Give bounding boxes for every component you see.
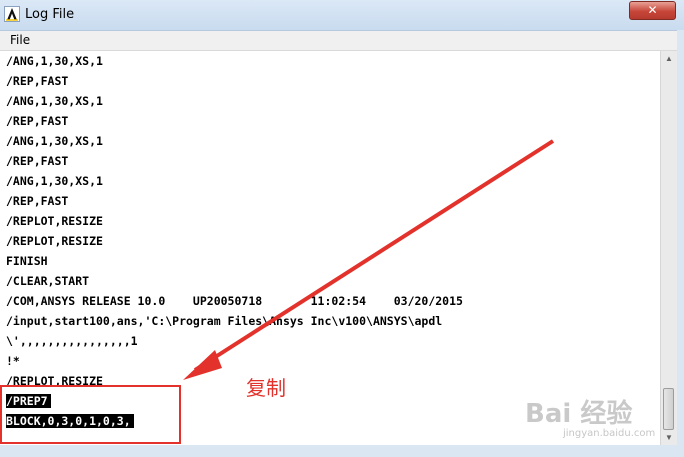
log-line-text: FINISH bbox=[6, 254, 48, 268]
log-line-text: /ANG,1,30,XS,1 bbox=[6, 54, 103, 68]
close-button[interactable]: ✕ bbox=[629, 1, 676, 20]
log-line-text: /REPLOT,RESIZE bbox=[6, 214, 103, 228]
log-line: /ANG,1,30,XS,1 bbox=[6, 171, 463, 191]
log-line: /CLEAR,START bbox=[6, 271, 463, 291]
log-line-text: \',,,,,,,,,,,,,,,,1 bbox=[6, 334, 138, 348]
log-line-text: /REP,FAST bbox=[6, 114, 69, 128]
menu-item-file[interactable]: File bbox=[10, 33, 30, 47]
log-line: \',,,,,,,,,,,,,,,,1 bbox=[6, 331, 463, 351]
window-border-bottom bbox=[0, 445, 684, 457]
scroll-down-arrow-icon[interactable]: ▼ bbox=[662, 430, 676, 445]
log-line-text: /input,start100,ans,'C:\Program Files\An… bbox=[6, 314, 443, 328]
highlight-box bbox=[0, 385, 181, 444]
log-line: /REP,FAST bbox=[6, 151, 463, 171]
log-line: /REPLOT,RESIZE bbox=[6, 211, 463, 231]
log-line: /REPLOT,RESIZE bbox=[6, 231, 463, 251]
log-line: /COM,ANSYS RELEASE 10.0 UP20050718 11:02… bbox=[6, 291, 463, 311]
log-line-text: /COM,ANSYS RELEASE 10.0 UP20050718 11:02… bbox=[6, 294, 463, 308]
log-line-text: /REP,FAST bbox=[6, 194, 69, 208]
window-title: Log File bbox=[25, 7, 75, 22]
log-line-text: /CLEAR,START bbox=[6, 274, 90, 288]
annotation-label: 复制 bbox=[246, 376, 286, 400]
scroll-up-arrow-icon[interactable]: ▲ bbox=[662, 51, 676, 66]
log-line: /REP,FAST bbox=[6, 71, 463, 91]
log-line: /REP,FAST bbox=[6, 111, 463, 131]
vertical-scrollbar[interactable]: ▲ ▼ bbox=[660, 51, 677, 445]
log-line-text: /ANG,1,30,XS,1 bbox=[6, 174, 103, 188]
log-line: /ANG,1,30,XS,1 bbox=[6, 91, 463, 111]
log-line-text: /ANG,1,30,XS,1 bbox=[6, 94, 103, 108]
log-line-text: /REPLOT,RESIZE bbox=[6, 234, 103, 248]
watermark-url: jingyan.baidu.com bbox=[563, 428, 656, 439]
window-border-right bbox=[677, 30, 684, 457]
ansys-app-icon bbox=[4, 6, 20, 22]
log-line: FINISH bbox=[6, 251, 463, 271]
watermark: Bai 经验 bbox=[525, 399, 633, 429]
title-bar[interactable]: Log File ✕ bbox=[0, 0, 684, 31]
menu-bar: File bbox=[0, 31, 684, 51]
log-line: !* bbox=[6, 351, 463, 371]
log-line-text: !* bbox=[6, 354, 20, 368]
log-line-text: /ANG,1,30,XS,1 bbox=[6, 134, 103, 148]
log-line: /input,start100,ans,'C:\Program Files\An… bbox=[6, 311, 463, 331]
log-line: /ANG,1,30,XS,1 bbox=[6, 51, 463, 71]
log-lines: /ANG,1,30,XS,1/REP,FAST/ANG,1,30,XS,1/RE… bbox=[6, 51, 463, 431]
log-line-text: /REP,FAST bbox=[6, 154, 69, 168]
log-line: /REP,FAST bbox=[6, 191, 463, 211]
log-line: /ANG,1,30,XS,1 bbox=[6, 131, 463, 151]
scroll-thumb[interactable] bbox=[663, 388, 674, 430]
log-line-text: /REP,FAST bbox=[6, 74, 69, 88]
